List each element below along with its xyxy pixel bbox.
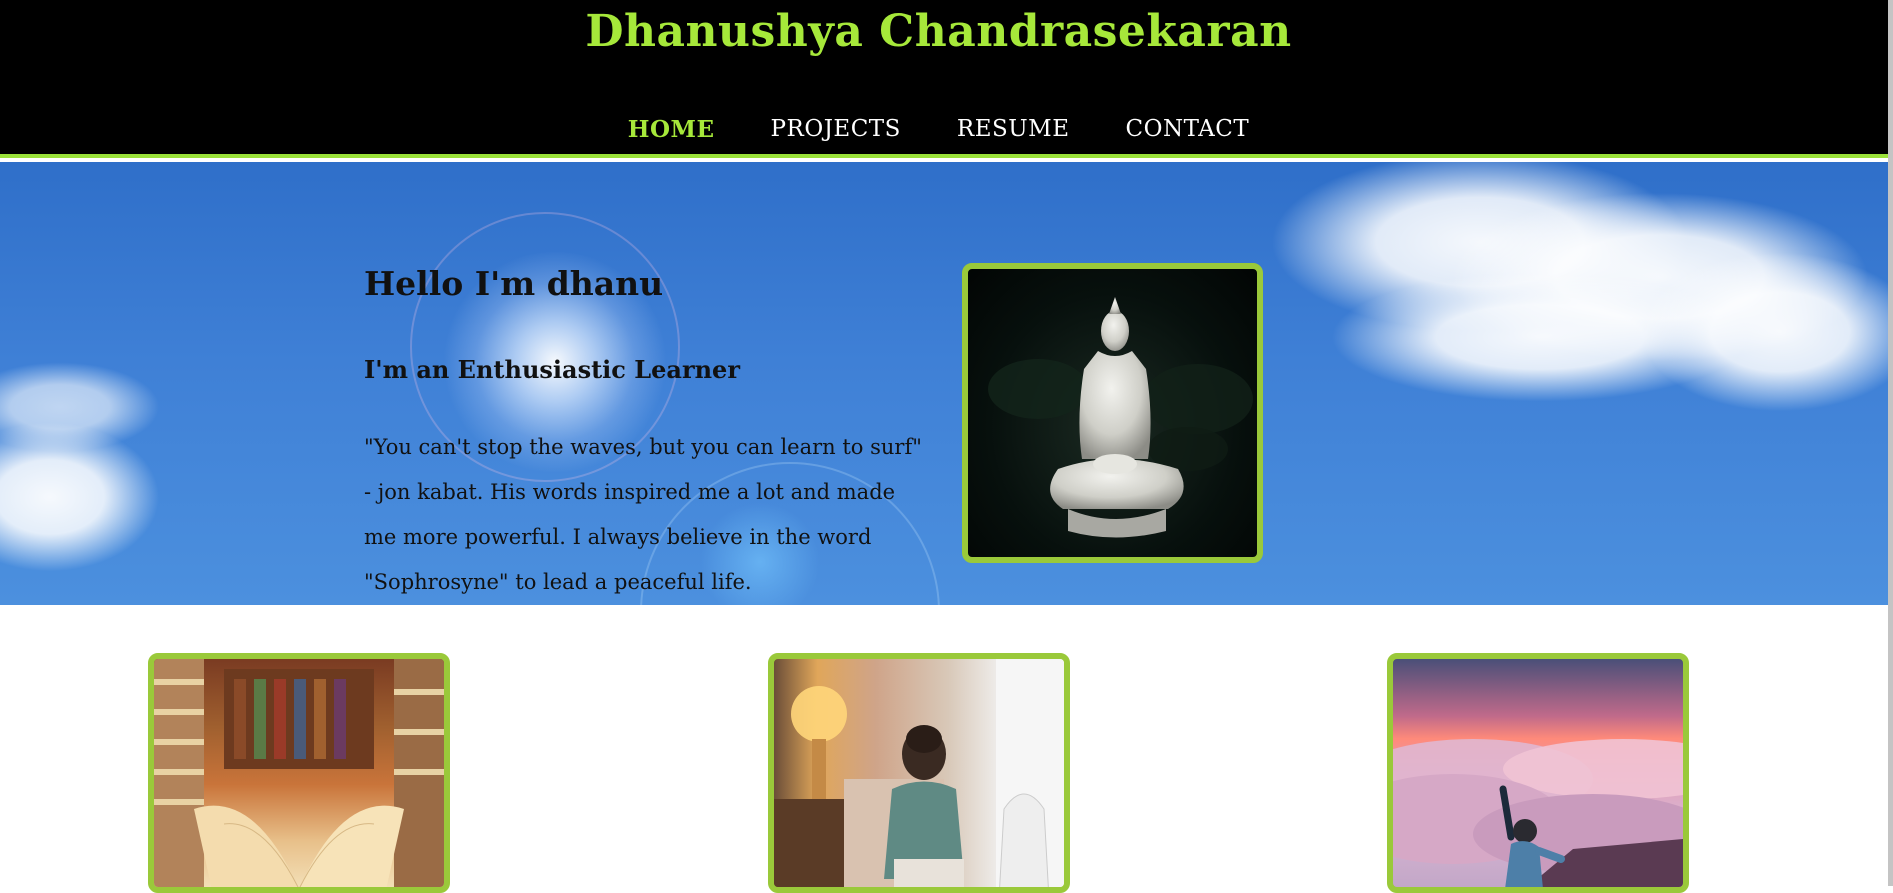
main-nav: HOME PROJECTS RESUME CONTACT	[0, 116, 1877, 143]
nav-home-link[interactable]: HOME	[628, 116, 715, 143]
hero-subtitle: I'm an Enthusiastic Learner	[364, 355, 740, 384]
nav-contact-link[interactable]: CONTACT	[1126, 116, 1250, 143]
site-header: Dhanushya Chandrasekaran HOME PROJECTS R…	[0, 0, 1888, 158]
hero-quote: "You can't stop the waves, but you can l…	[364, 435, 922, 594]
hero-title: Hello I'm dhanu	[364, 264, 664, 303]
person-studying-illustration	[774, 659, 1064, 887]
nav-projects-link[interactable]: PROJECTS	[771, 116, 901, 143]
nav-resume-link[interactable]: RESUME	[957, 116, 1070, 143]
person-studying-at-home-image	[768, 653, 1070, 893]
open-book-illustration	[154, 659, 444, 887]
hero-section: Hello I'm dhanu I'm an Enthusiastic Lear…	[0, 162, 1888, 605]
person-above-clouds-illustration	[1393, 739, 1683, 887]
open-book-library-image	[148, 653, 450, 893]
cloud-shape	[0, 422, 160, 572]
buddha-statue-image	[962, 263, 1263, 563]
page-scrollbar[interactable]	[1888, 0, 1893, 886]
buddha-statue-illustration	[988, 297, 1253, 538]
site-title: Dhanushya Chandrasekaran	[585, 6, 1292, 57]
person-above-clouds-sunrise-image	[1387, 653, 1689, 893]
